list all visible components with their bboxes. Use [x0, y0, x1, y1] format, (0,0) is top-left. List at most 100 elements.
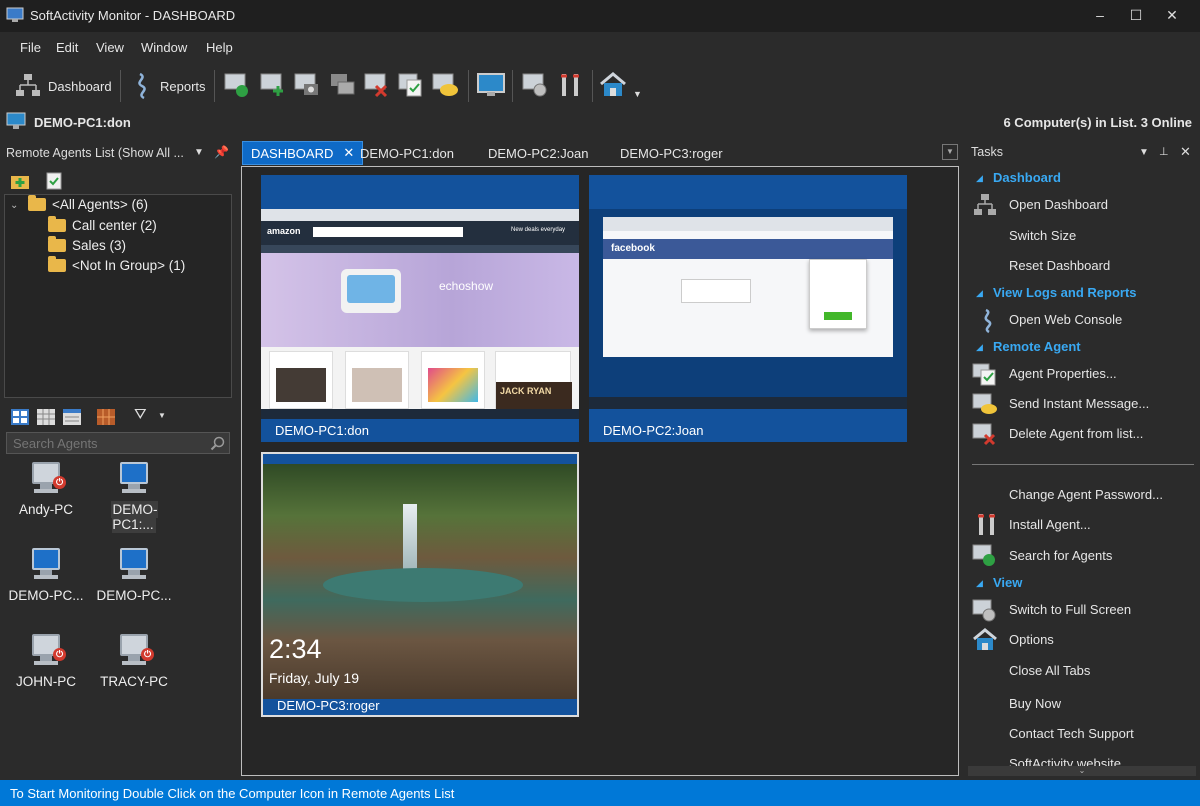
task-reset-dashboard[interactable]: Reset Dashboard: [1009, 258, 1110, 273]
search-icon[interactable]: [210, 436, 225, 451]
tree-item-all-agents[interactable]: <All Agents> (6): [28, 195, 148, 212]
tree-item-sales[interactable]: Sales (3): [48, 236, 126, 253]
section-collapse-icon[interactable]: ◢: [976, 173, 983, 184]
tab-demo-pc1[interactable]: DEMO-PC1:don: [352, 141, 462, 165]
section-collapse-icon[interactable]: ◢: [976, 342, 983, 353]
full-screen-icon: [972, 599, 996, 622]
close-pane-icon[interactable]: ✕: [1180, 144, 1191, 160]
task-change-agent-password[interactable]: Change Agent Password...: [1009, 487, 1163, 502]
agent-demo-pc1[interactable]: DEMO-PC1:...: [94, 462, 174, 533]
home-dropdown-icon[interactable]: ▼: [633, 89, 642, 99]
full-screen-icon[interactable]: [476, 70, 506, 100]
tab-list-dropdown-icon[interactable]: ▼: [942, 144, 958, 160]
thumbnail-demo-pc2[interactable]: facebook DEMO-PC2:Joan: [589, 175, 907, 442]
tree-item-call-center[interactable]: Call center (2): [48, 216, 157, 233]
task-install-agent[interactable]: Install Agent...: [1009, 517, 1091, 532]
computers-icon[interactable]: [328, 70, 358, 100]
home-icon[interactable]: [598, 70, 628, 100]
browser-tab-bar: [261, 209, 579, 221]
tab-demo-pc3[interactable]: DEMO-PC3:roger: [612, 141, 731, 165]
chevron-down-icon: ⌄: [1078, 766, 1086, 775]
pin-icon[interactable]: ⊥: [1159, 145, 1169, 158]
task-close-all-tabs[interactable]: Close All Tabs: [1009, 663, 1090, 678]
section-dashboard[interactable]: Dashboard: [993, 170, 1061, 185]
task-open-web-console[interactable]: Open Web Console: [1009, 312, 1122, 327]
search-agents-input[interactable]: [13, 435, 203, 451]
delete-agent-icon[interactable]: [362, 70, 392, 100]
agent-demo-pc3[interactable]: DEMO-PC...: [94, 548, 174, 603]
add-agent-icon[interactable]: [258, 70, 288, 100]
minimize-button[interactable]: –: [1082, 0, 1118, 30]
agent-label: DEMO-PC...: [96, 588, 172, 603]
web-console-icon[interactable]: [520, 70, 550, 100]
pane-dropdown-icon[interactable]: ▼: [194, 147, 204, 158]
facebook-header: facebook: [603, 239, 893, 259]
details-view-icon[interactable]: [62, 408, 82, 426]
menu-help[interactable]: Help: [206, 40, 233, 55]
small-icons-view-icon[interactable]: [36, 408, 56, 426]
tasks-dropdown-icon[interactable]: ▼: [1139, 147, 1149, 158]
maximize-button[interactable]: ☐: [1118, 0, 1154, 30]
large-icons-view-icon[interactable]: [10, 408, 30, 426]
tree-collapse-icon[interactable]: ⌄: [10, 200, 18, 211]
agent-tracy-pc[interactable]: ⏻ TRACY-PC: [94, 634, 174, 689]
section-view[interactable]: View: [993, 575, 1022, 590]
tree-item-not-in-group[interactable]: <Not In Group> (1): [48, 256, 185, 273]
task-delete-agent[interactable]: Delete Agent from list...: [1009, 426, 1143, 441]
search-agents-icon: [972, 544, 995, 566]
thumbnail-view-icon[interactable]: [96, 408, 116, 426]
group-properties-icon[interactable]: [44, 172, 64, 190]
lock-screen-clock: 2:34: [269, 634, 322, 664]
filter-icon[interactable]: ⛛: [134, 406, 147, 423]
tab-dashboard[interactable]: DASHBOARD ✕: [242, 141, 364, 165]
thumbnail-demo-pc3[interactable]: 2:34 Friday, July 19 DEMO-PC3:roger: [261, 452, 579, 717]
task-switch-size[interactable]: Switch Size: [1009, 228, 1076, 243]
add-group-icon[interactable]: [10, 172, 30, 190]
thumbnail-demo-pc1[interactable]: amazon New deals everyday echoshow JACK …: [261, 175, 579, 442]
toolbar-separator: [214, 70, 215, 102]
menu-window[interactable]: Window: [141, 40, 187, 55]
filter-dropdown-icon[interactable]: ▼: [158, 411, 166, 420]
delete-agent-icon: [972, 423, 996, 446]
message-icon[interactable]: [430, 70, 460, 100]
task-search-agents[interactable]: Search for Agents: [1009, 548, 1112, 563]
dashboard-button[interactable]: Dashboard: [14, 68, 112, 104]
section-collapse-icon[interactable]: ◢: [976, 288, 983, 299]
toolbar-separator: [512, 70, 513, 102]
folder-icon: [48, 256, 66, 272]
search-agents-box[interactable]: [6, 432, 230, 454]
task-send-instant-message[interactable]: Send Instant Message...: [1009, 396, 1149, 411]
folder-icon: [28, 195, 46, 211]
agent-demo-pc2[interactable]: DEMO-PC...: [6, 548, 86, 603]
task-switch-full-screen[interactable]: Switch to Full Screen: [1009, 602, 1131, 617]
agent-properties-icon[interactable]: [396, 70, 426, 100]
task-options[interactable]: Options: [1009, 632, 1054, 647]
current-agent-label: DEMO-PC1:don: [34, 115, 131, 130]
tab-demo-pc2[interactable]: DEMO-PC2:Joan: [480, 141, 596, 165]
screen-preview: facebook: [589, 209, 907, 409]
section-remote-agent[interactable]: Remote Agent: [993, 339, 1081, 354]
task-buy-now[interactable]: Buy Now: [1009, 696, 1061, 711]
menu-file[interactable]: File: [20, 40, 41, 55]
reports-button[interactable]: Reports: [132, 68, 206, 104]
echo-show-device: [341, 269, 401, 313]
screenshot-icon[interactable]: [292, 70, 322, 100]
message-icon: [972, 393, 997, 414]
menu-view[interactable]: View: [96, 40, 124, 55]
tools-icon[interactable]: [556, 70, 586, 100]
close-button[interactable]: ✕: [1154, 0, 1190, 30]
agent-andy-pc[interactable]: ⏻ Andy-PC: [6, 462, 86, 517]
tasks-scroll-down[interactable]: ⌄: [968, 766, 1196, 776]
menu-edit[interactable]: Edit: [56, 40, 78, 55]
pin-icon[interactable]: 📌: [214, 145, 229, 159]
jack-ryan-poster: JACK RYAN: [496, 382, 572, 409]
search-agents-icon[interactable]: [222, 70, 252, 100]
computer-offline-icon: ⏻: [114, 634, 154, 668]
browser-tab-bar: [603, 217, 893, 231]
agent-john-pc[interactable]: ⏻ JOHN-PC: [6, 634, 86, 689]
task-open-dashboard[interactable]: Open Dashboard: [1009, 197, 1108, 212]
task-agent-properties[interactable]: Agent Properties...: [1009, 366, 1117, 381]
task-contact-tech-support[interactable]: Contact Tech Support: [1009, 726, 1134, 741]
section-view-logs[interactable]: View Logs and Reports: [993, 285, 1137, 300]
section-collapse-icon[interactable]: ◢: [976, 578, 983, 589]
